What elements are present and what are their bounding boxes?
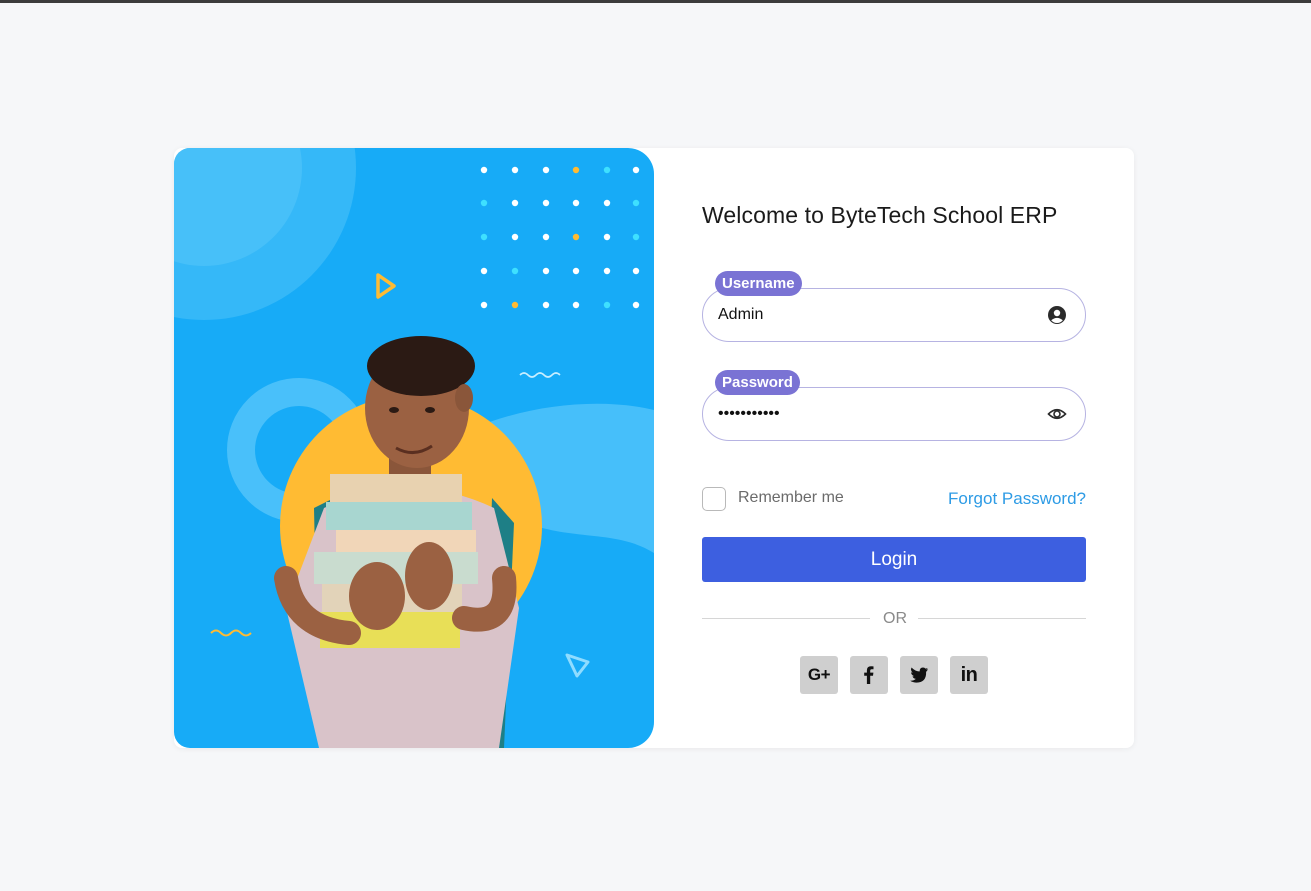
grid-dot: [542, 267, 550, 275]
grid-dot: [572, 233, 580, 241]
grid-dot: [480, 199, 488, 207]
remember-me-checkbox[interactable]: [702, 487, 726, 511]
or-divider: OR: [702, 608, 1086, 630]
wave-line: [519, 372, 561, 378]
grid-dot: [572, 199, 580, 207]
linkedin-login-button[interactable]: in: [950, 656, 988, 694]
remember-me: Remember me: [702, 487, 902, 511]
forgot-password-link[interactable]: Forgot Password?: [948, 489, 1086, 509]
password-input[interactable]: •••••••••••: [718, 388, 1018, 440]
browser-top-edge: [0, 0, 1311, 3]
login-card: Welcome to ByteTech School ERP Username …: [174, 148, 1134, 748]
grid-dot: [480, 233, 488, 241]
remember-me-label[interactable]: Remember me: [738, 489, 844, 507]
twitter-login-button[interactable]: [900, 656, 938, 694]
twitter-icon: [910, 667, 929, 683]
grid-dot: [542, 301, 550, 309]
grid-dot: [542, 233, 550, 241]
login-button[interactable]: Login: [702, 537, 1086, 582]
hero-illustration: [174, 148, 654, 748]
google-plus-login-button[interactable]: G+: [800, 656, 838, 694]
grid-dot: [572, 166, 580, 174]
triangle-outline-icon: [376, 273, 396, 299]
grid-dot: [511, 301, 519, 309]
grid-dot: [542, 166, 550, 174]
grid-dot: [572, 301, 580, 309]
password-field[interactable]: Password •••••••••••: [702, 370, 1086, 441]
grid-dot: [632, 199, 640, 207]
linkedin-icon: in: [960, 663, 978, 686]
grid-dot: [632, 166, 640, 174]
facebook-login-button[interactable]: [850, 656, 888, 694]
grid-dot: [480, 166, 488, 174]
divider-text: OR: [883, 610, 907, 627]
grid-dot: [632, 233, 640, 241]
grid-dot: [603, 301, 611, 309]
grid-dot: [511, 199, 519, 207]
divider-line-right: [918, 618, 1086, 619]
grid-dot: [603, 267, 611, 275]
triangle-outline-icon: [565, 653, 590, 678]
username-field[interactable]: Username Admin: [702, 271, 1086, 342]
grid-dot: [603, 166, 611, 174]
grid-dot: [542, 199, 550, 207]
grid-dot: [603, 233, 611, 241]
dot-grid: [480, 166, 640, 309]
grid-dot: [511, 233, 519, 241]
grid-dot: [480, 267, 488, 275]
grid-dot: [603, 199, 611, 207]
eye-icon[interactable]: [1047, 404, 1067, 424]
login-form: Welcome to ByteTech School ERP Username …: [702, 148, 1086, 748]
grid-dot: [632, 301, 640, 309]
grid-dot: [511, 166, 519, 174]
user-circle-icon: [1047, 305, 1067, 325]
facebook-icon: [864, 666, 874, 684]
grid-dot: [511, 267, 519, 275]
grid-dot: [632, 267, 640, 275]
grid-dot: [572, 267, 580, 275]
social-login-buttons: G+ in: [800, 656, 988, 694]
grid-dot: [480, 301, 488, 309]
hero-panel: [174, 148, 654, 748]
google-plus-icon: G+: [807, 665, 831, 684]
page-title: Welcome to ByteTech School ERP: [702, 202, 1058, 228]
wave-line: [210, 629, 252, 637]
username-input[interactable]: Admin: [718, 289, 1018, 341]
